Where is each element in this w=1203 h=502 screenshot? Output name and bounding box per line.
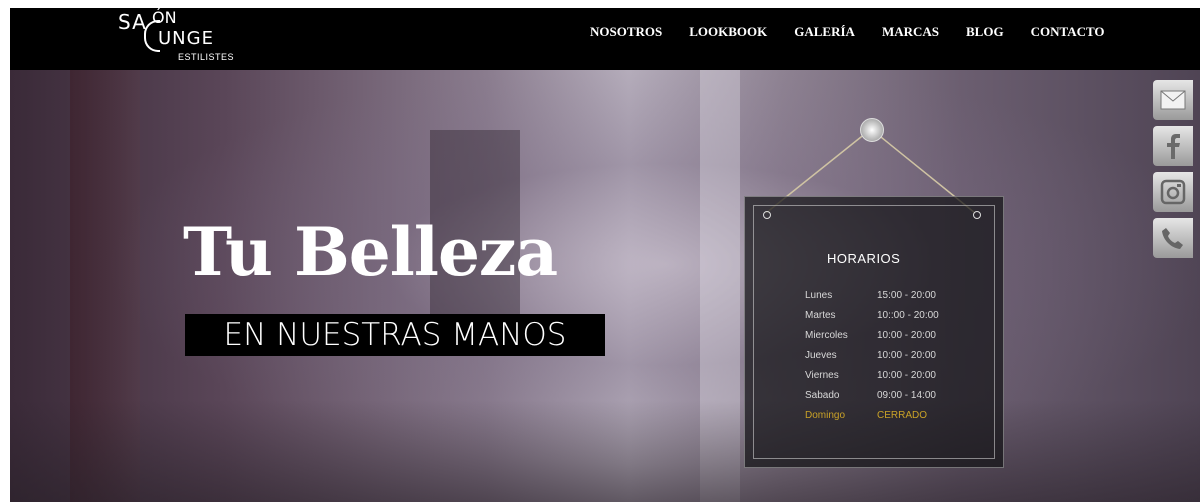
- schedule-day: Miercoles: [805, 330, 848, 341]
- schedule-hours: 10::00 - 20:00: [877, 310, 939, 321]
- facebook-icon[interactable]: [1153, 126, 1193, 166]
- top-navbar: SA ÓN UNGE ESTILISTES NOSOTROS LOOKBOOK …: [10, 8, 1200, 70]
- social-sidebar: [1153, 80, 1200, 264]
- sign-hook-left: [763, 211, 771, 219]
- logo-text-on: ÓN: [152, 8, 177, 27]
- schedule-row-closed: Domingo CERRADO: [805, 406, 939, 426]
- schedule-row: Lunes 15:00 - 20:00: [805, 286, 939, 306]
- logo-text-estilistes: ESTILISTES: [178, 52, 235, 62]
- schedule-hours: 10:00 - 20:00: [877, 370, 936, 381]
- sign-hook-right: [973, 211, 981, 219]
- page-frame: SA ÓN UNGE ESTILISTES NOSOTROS LOOKBOOK …: [10, 8, 1200, 502]
- nav-link-contacto[interactable]: CONTACTO: [1031, 24, 1105, 40]
- logo-text-sa: SA: [118, 10, 147, 34]
- schedule-hours: 10:00 - 20:00: [877, 330, 936, 341]
- schedule-hours: 09:00 - 14:00: [877, 390, 936, 401]
- horarios-sign: HORARIOS Lunes 15:00 - 20:00 Martes 10::00…: [744, 196, 1004, 468]
- main-menu: NOSOTROS LOOKBOOK GALERÍA MARCAS BLOG CO…: [590, 24, 1132, 40]
- schedule-hours: 15:00 - 20:00: [877, 290, 936, 301]
- schedule-row: Jueves 10:00 - 20:00: [805, 346, 939, 366]
- mail-icon[interactable]: [1153, 80, 1193, 120]
- schedule-row: Viernes 10:00 - 20:00: [805, 366, 939, 386]
- sign-pin: [860, 118, 884, 142]
- logo-text-unge: UNGE: [158, 28, 214, 49]
- schedule-row: Miercoles 10:00 - 20:00: [805, 326, 939, 346]
- schedule-hours: 10:00 - 20:00: [877, 350, 936, 361]
- schedule-hours: CERRADO: [877, 410, 928, 421]
- phone-icon[interactable]: [1153, 218, 1193, 258]
- hero-headline: Tu Belleza: [183, 213, 558, 291]
- salon-floor: [10, 400, 1200, 502]
- schedule-row: Martes 10::00 - 20:00: [805, 306, 939, 326]
- schedule-day: Domingo: [805, 410, 846, 421]
- schedule-row: Sabado 09:00 - 14:00: [805, 386, 939, 406]
- instagram-icon[interactable]: [1153, 172, 1193, 212]
- horarios-title: HORARIOS: [827, 251, 901, 266]
- schedule-day: Martes: [805, 310, 836, 321]
- nav-link-lookbook[interactable]: LOOKBOOK: [689, 24, 767, 40]
- schedule-day: Jueves: [805, 350, 837, 361]
- salon-lounge-logo[interactable]: SA ÓN UNGE ESTILISTES: [118, 8, 258, 68]
- nav-link-galeria[interactable]: GALERÍA: [794, 24, 855, 40]
- nav-link-blog[interactable]: BLOG: [966, 24, 1004, 40]
- nav-link-nosotros[interactable]: NOSOTROS: [590, 24, 662, 40]
- schedule-day: Lunes: [805, 290, 833, 301]
- nav-link-marcas[interactable]: MARCAS: [882, 24, 939, 40]
- schedule-day: Sabado: [805, 390, 840, 401]
- hero-subheadline: EN NUESTRAS MANOS: [185, 314, 605, 356]
- schedule-day: Viernes: [805, 370, 839, 381]
- schedule-list: Lunes 15:00 - 20:00 Martes 10::00 - 20:00 …: [805, 286, 939, 426]
